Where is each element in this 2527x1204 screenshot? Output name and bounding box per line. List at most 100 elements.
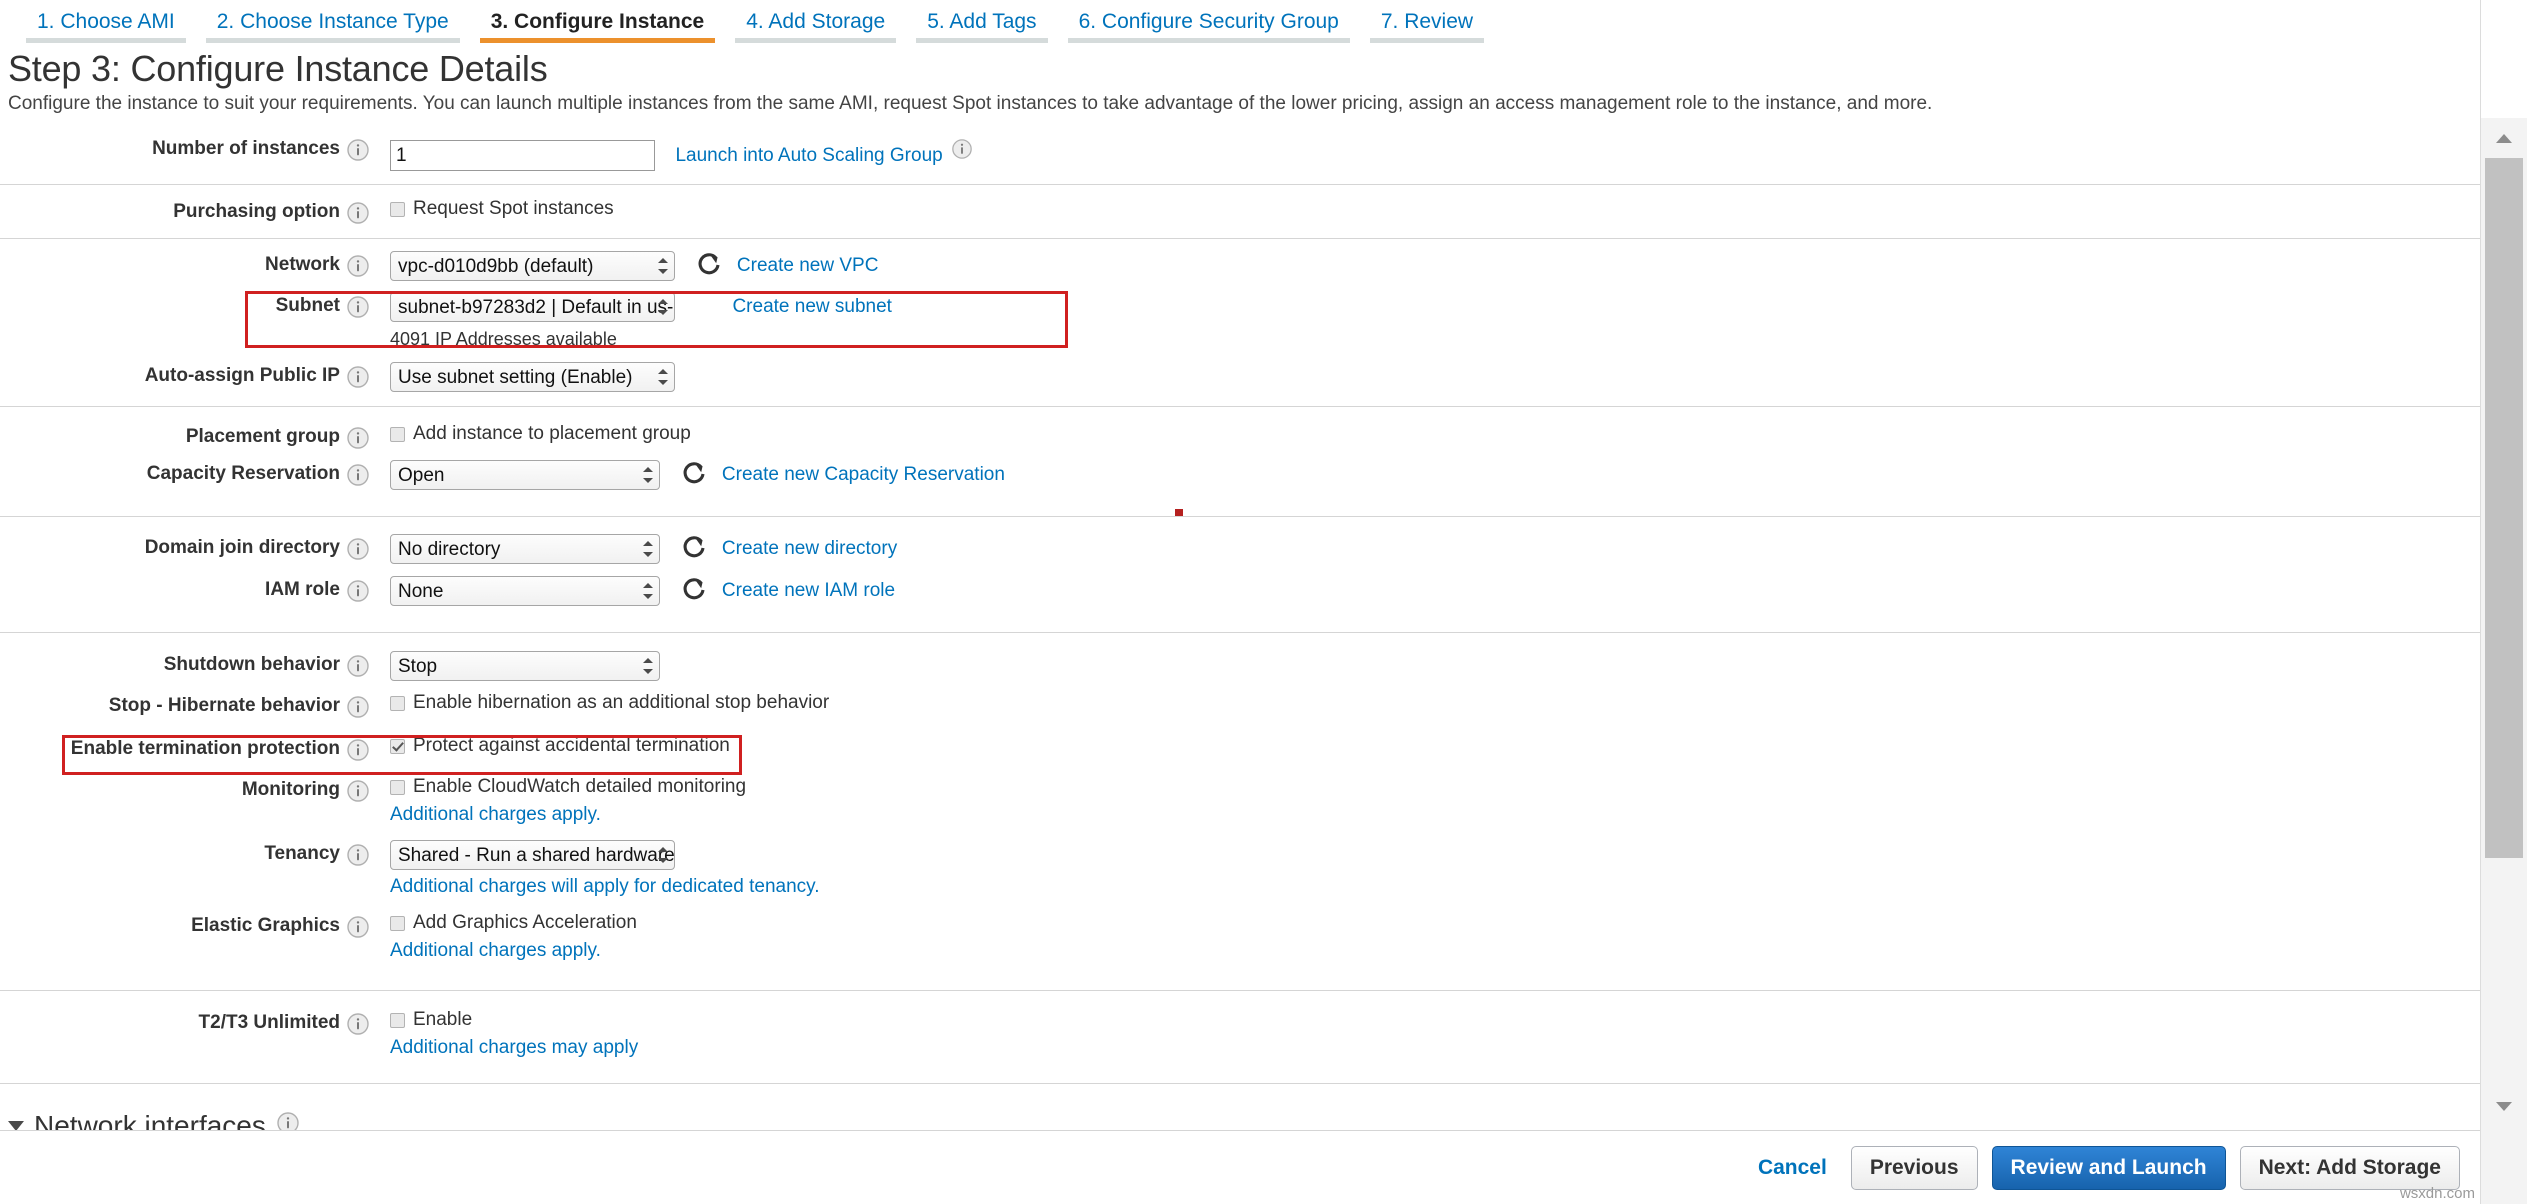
t2-t3-additional-charges-link[interactable]: Additional charges may apply bbox=[390, 1037, 2480, 1059]
tab-underline bbox=[1369, 38, 1485, 43]
create-new-directory-link[interactable]: Create new directory bbox=[722, 538, 897, 559]
tab-label: 3. Configure Instance bbox=[490, 10, 705, 33]
label-shutdown-behavior: Shutdown behavior bbox=[163, 654, 340, 676]
info-icon-stop-hibernate-behavior[interactable] bbox=[340, 692, 376, 719]
iam-role-select[interactable]: None bbox=[390, 576, 660, 607]
info-icon-shutdown-behavior[interactable] bbox=[340, 651, 376, 678]
tab-configure-instance[interactable]: 3. Configure Instance bbox=[470, 0, 726, 43]
create-new-vpc-link[interactable]: Create new VPC bbox=[737, 255, 879, 276]
previous-button[interactable]: Previous bbox=[1850, 1145, 1978, 1190]
number-of-instances-input[interactable] bbox=[390, 140, 655, 172]
info-icon-auto-scaling-group[interactable] bbox=[947, 135, 977, 160]
control-auto-assign-public-ip: Use subnet setting (Enable) bbox=[376, 362, 2480, 393]
tenancy-select[interactable]: Shared - Run a shared hardware instance bbox=[390, 840, 675, 871]
info-icon-network[interactable] bbox=[340, 251, 376, 278]
protect-against-accidental-termination-label[interactable]: Protect against accidental termination bbox=[413, 735, 730, 757]
select-arrows-icon bbox=[658, 256, 668, 276]
subnet-select-value: subnet-b97283d2 | Default in us-east-2a bbox=[398, 297, 674, 319]
info-icon-tenancy[interactable] bbox=[340, 840, 376, 867]
add-instance-to-placement-group-label[interactable]: Add instance to placement group bbox=[413, 423, 691, 445]
refresh-directory-icon[interactable] bbox=[682, 535, 706, 564]
subnet-select[interactable]: subnet-b97283d2 | Default in us-east-2a bbox=[390, 292, 675, 323]
enable-cloudwatch-monitoring-label[interactable]: Enable CloudWatch detailed monitoring bbox=[413, 776, 746, 798]
info-icon-t2-t3-unlimited[interactable] bbox=[340, 1009, 376, 1036]
auto-assign-public-ip-value: Use subnet setting (Enable) bbox=[398, 367, 633, 389]
auto-assign-public-ip-select[interactable]: Use subnet setting (Enable) bbox=[390, 362, 675, 393]
tab-label: 5. Add Tags bbox=[927, 10, 1037, 33]
row-subnet: Subnet subnet-b97283d2 | Default in us-e… bbox=[0, 281, 2480, 350]
tab-add-storage[interactable]: 4. Add Storage bbox=[725, 0, 906, 43]
request-spot-instances-checkbox[interactable] bbox=[390, 201, 405, 217]
info-icon-purchasing-option[interactable] bbox=[340, 198, 376, 225]
label-elastic-graphics: Elastic Graphics bbox=[191, 915, 340, 937]
row-monitoring: Monitoring Enable CloudWatch detailed mo… bbox=[0, 762, 2480, 826]
label-purchasing-option: Purchasing option bbox=[173, 201, 340, 223]
tab-add-tags[interactable]: 5. Add Tags bbox=[906, 0, 1057, 43]
info-icon-termination-protection[interactable] bbox=[340, 735, 376, 762]
add-graphics-acceleration-label[interactable]: Add Graphics Acceleration bbox=[413, 912, 637, 934]
info-icon-capacity-reservation[interactable] bbox=[340, 460, 376, 487]
refresh-iam-role-icon[interactable] bbox=[682, 577, 706, 606]
info-icon-subnet[interactable] bbox=[340, 292, 376, 319]
enable-hibernation-checkbox[interactable] bbox=[390, 695, 405, 711]
cancel-button[interactable]: Cancel bbox=[1748, 1147, 1837, 1189]
review-and-launch-button[interactable]: Review and Launch bbox=[1991, 1145, 2226, 1190]
row-placement-group: Placement group Add instance to placemen… bbox=[0, 407, 2480, 450]
protect-against-accidental-termination-checkbox[interactable] bbox=[390, 738, 405, 754]
ec2-configure-instance-page: 1. Choose AMI 2. Choose Instance Type 3.… bbox=[0, 0, 2527, 1204]
shutdown-behavior-value: Stop bbox=[398, 656, 438, 678]
scroll-up-button[interactable] bbox=[2481, 118, 2527, 158]
domain-join-directory-value: No directory bbox=[398, 539, 501, 561]
info-icon-number-of-instances[interactable] bbox=[340, 135, 376, 162]
next-add-storage-button[interactable]: Next: Add Storage bbox=[2239, 1145, 2460, 1190]
info-icon-domain-join-directory[interactable] bbox=[340, 534, 376, 561]
create-new-iam-role-link[interactable]: Create new IAM role bbox=[722, 580, 895, 601]
row-t2-t3-unlimited: T2/T3 Unlimited Enable Additional charge… bbox=[0, 991, 2480, 1083]
tab-label: 1. Choose AMI bbox=[37, 10, 175, 33]
create-new-subnet-link[interactable]: Create new subnet bbox=[732, 296, 892, 317]
network-select[interactable]: vpc-d010d9bb (default) bbox=[390, 251, 675, 282]
launch-into-auto-scaling-group-link[interactable]: Launch into Auto Scaling Group bbox=[675, 145, 942, 166]
label-tenancy: Tenancy bbox=[264, 843, 340, 865]
info-icon-auto-assign-public-ip[interactable] bbox=[340, 362, 376, 389]
page-title: Step 3: Configure Instance Details bbox=[8, 48, 548, 89]
row-shutdown-behavior: Shutdown behavior Stop bbox=[0, 633, 2480, 682]
scrollbar-thumb[interactable] bbox=[2485, 158, 2523, 858]
t2-t3-unlimited-enable-checkbox[interactable] bbox=[390, 1012, 405, 1028]
domain-join-directory-select[interactable]: No directory bbox=[390, 534, 660, 565]
capacity-reservation-select[interactable]: Open bbox=[390, 460, 660, 491]
tab-review[interactable]: 7. Review bbox=[1360, 0, 1494, 43]
tab-choose-ami[interactable]: 1. Choose AMI bbox=[16, 0, 196, 43]
refresh-network-icon[interactable] bbox=[697, 252, 721, 281]
add-instance-to-placement-group-checkbox[interactable] bbox=[390, 426, 405, 442]
label-monitoring: Monitoring bbox=[241, 779, 340, 801]
label-domain-join-directory: Domain join directory bbox=[144, 537, 340, 559]
info-icon-elastic-graphics[interactable] bbox=[340, 912, 376, 939]
request-spot-instances-label[interactable]: Request Spot instances bbox=[413, 198, 614, 220]
tab-configure-security-group[interactable]: 6. Configure Security Group bbox=[1058, 0, 1360, 43]
t2-t3-unlimited-enable-label[interactable]: Enable bbox=[413, 1009, 472, 1031]
info-icon-placement-group[interactable] bbox=[340, 423, 376, 450]
monitoring-additional-charges-link[interactable]: Additional charges apply. bbox=[390, 804, 2480, 826]
capacity-reservation-value: Open bbox=[398, 465, 445, 487]
tenancy-additional-charges-link[interactable]: Additional charges will apply for dedica… bbox=[390, 876, 2480, 898]
select-arrows-icon bbox=[643, 539, 653, 559]
caret-down-icon bbox=[2496, 1101, 2512, 1111]
vertical-scrollbar[interactable] bbox=[2480, 0, 2527, 1204]
control-termination-protection: Protect against accidental termination bbox=[376, 735, 2480, 757]
row-iam-role: IAM role None Create new IAM role bbox=[0, 564, 2480, 632]
add-graphics-acceleration-checkbox[interactable] bbox=[390, 915, 405, 931]
info-icon-iam-role[interactable] bbox=[340, 576, 376, 603]
elastic-graphics-additional-charges-link[interactable]: Additional charges apply. bbox=[390, 940, 2480, 962]
shutdown-behavior-select[interactable]: Stop bbox=[390, 651, 660, 682]
select-arrows-icon bbox=[643, 656, 653, 676]
info-icon-monitoring[interactable] bbox=[340, 776, 376, 803]
create-new-capacity-reservation-link[interactable]: Create new Capacity Reservation bbox=[722, 464, 1005, 485]
scroll-down-button[interactable] bbox=[2481, 1086, 2527, 1126]
tab-choose-instance-type[interactable]: 2. Choose Instance Type bbox=[196, 0, 470, 43]
refresh-capacity-reservation-icon[interactable] bbox=[682, 461, 706, 490]
wizard-tab-bar: 1. Choose AMI 2. Choose Instance Type 3.… bbox=[0, 0, 2480, 43]
label-placement-group: Placement group bbox=[185, 426, 340, 448]
enable-hibernation-label[interactable]: Enable hibernation as an additional stop… bbox=[413, 692, 829, 714]
enable-cloudwatch-monitoring-checkbox[interactable] bbox=[390, 779, 405, 795]
